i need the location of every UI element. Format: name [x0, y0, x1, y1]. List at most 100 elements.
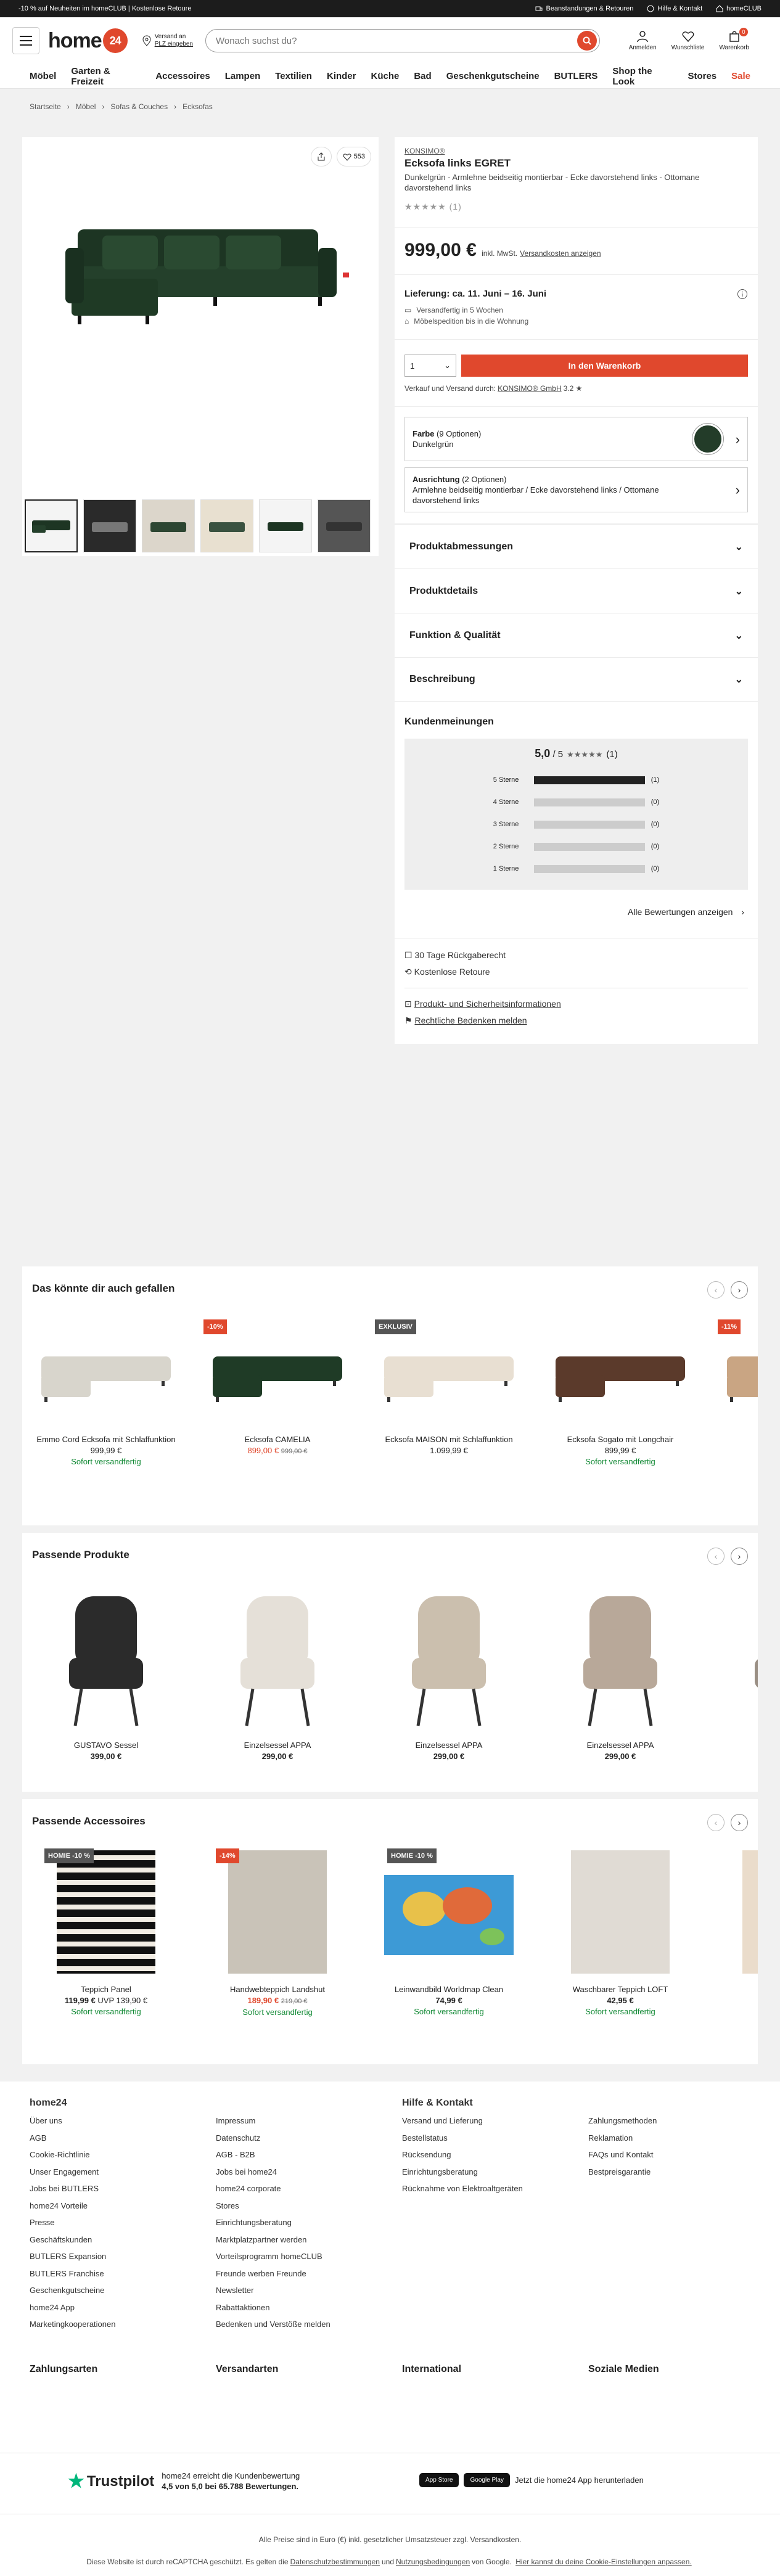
product-card[interactable]: Waschbarer Teppich LOFT 42,95 € Sofort ver…	[546, 1848, 694, 2018]
product-card[interactable]: Einzelsessel APPA 299,00 €	[546, 1581, 694, 1762]
search-button[interactable]	[577, 31, 597, 51]
rating-row[interactable]: 1 Sterne (0)	[404, 858, 748, 880]
nav-item-moebel[interactable]: Möbel	[30, 71, 56, 81]
app-store-badge[interactable]: App Store	[419, 2473, 459, 2487]
rating-row[interactable]: 4 Sterne (0)	[404, 791, 748, 813]
rating-row[interactable]: 2 Sterne (0)	[404, 835, 748, 858]
footer-link[interactable]: AGB - B2B	[216, 2146, 402, 2164]
prev-button[interactable]: ‹	[707, 1281, 725, 1298]
footer-link[interactable]: BUTLERS Expansion	[30, 2248, 216, 2265]
footer-link[interactable]: home24 Vorteile	[30, 2197, 216, 2215]
product-card[interactable]: HOMIE -10 % Teppich Panel 119,99 € UVP 139…	[32, 1848, 180, 2018]
footer-link[interactable]: BUTLERS Franchise	[30, 2265, 216, 2283]
footer-link[interactable]: Jobs bei home24	[216, 2164, 402, 2181]
product-card[interactable]: KurzflSo	[718, 1848, 758, 2018]
next-button[interactable]: ›	[731, 1548, 748, 1565]
nav-item-kinder[interactable]: Kinder	[327, 71, 356, 81]
accordion-dimensions[interactable]: Produktabmessungen ⌄	[395, 524, 758, 568]
nav-item-garten[interactable]: Garten & Freizeit	[71, 66, 141, 87]
terms-link[interactable]: Nutzungsbedingungen	[396, 2558, 470, 2566]
footer-link[interactable]: Stores	[216, 2197, 402, 2215]
shipping-heading[interactable]: Versandarten	[216, 2364, 402, 2375]
footer-link[interactable]: Über uns	[30, 2112, 216, 2130]
privacy-link[interactable]: Datenschutzbestimmungen	[290, 2558, 380, 2566]
seller-link[interactable]: KONSIMO® GmbH	[498, 384, 562, 393]
footer-link[interactable]: Vorteilsprogramm homeCLUB	[216, 2248, 402, 2265]
cookie-settings-link[interactable]: Hier kannst du deine Cookie-Einstellunge…	[515, 2558, 692, 2566]
footer-link[interactable]: Datenschutz	[216, 2130, 402, 2147]
footer-link[interactable]: Rabattaktionen	[216, 2299, 402, 2316]
promo-text[interactable]: -10 % auf Neuheiten im homeCLUB | Kosten…	[18, 5, 191, 12]
product-image[interactable]	[53, 211, 349, 334]
prev-button[interactable]: ‹	[707, 1814, 725, 1831]
footer-link[interactable]: Impressum	[216, 2112, 402, 2130]
footer-link[interactable]: Unser Engagement	[30, 2164, 216, 2181]
thumbnail[interactable]	[83, 499, 136, 552]
nav-item-shop-the-look[interactable]: Shop the Look	[612, 66, 673, 87]
thumbnail[interactable]	[142, 499, 195, 552]
thumbnail[interactable]	[318, 499, 371, 552]
footer-link[interactable]: Cookie-Richtlinie	[30, 2146, 216, 2164]
all-reviews-link[interactable]: Alle Bewertungen anzeigen ›	[404, 890, 748, 923]
breadcrumb-item[interactable]: Ecksofas	[183, 102, 213, 111]
footer-link[interactable]: AGB	[30, 2130, 216, 2147]
help-link[interactable]: Hilfe & Kontakt	[647, 5, 702, 12]
menu-button[interactable]	[12, 27, 39, 54]
quantity-select[interactable]: 1 ⌄	[404, 355, 456, 377]
product-card[interactable]: Emmo Cord Ecksofa mit Schlaffunktion 999,…	[32, 1319, 180, 1467]
footer-link[interactable]: home24 corporate	[216, 2180, 402, 2197]
product-card[interactable]: Ohrenses	[718, 1581, 758, 1762]
social-heading[interactable]: Soziale Medien	[588, 2364, 774, 2375]
search-input[interactable]	[215, 35, 577, 46]
footer-link[interactable]: Jobs bei BUTLERS	[30, 2180, 216, 2197]
footer-link[interactable]: Bestpreisgarantie	[588, 2164, 774, 2181]
plz-selector[interactable]: Versand an PLZ eingeben	[142, 33, 193, 48]
footer-link[interactable]: Rücksendung	[402, 2146, 588, 2164]
accordion-quality[interactable]: Funktion & Qualität ⌄	[395, 613, 758, 657]
wishlist-toggle[interactable]: 553	[336, 147, 371, 166]
add-to-cart-button[interactable]: In den Warenkorb	[461, 355, 748, 377]
nav-item-gutscheine[interactable]: Geschenkgutscheine	[446, 71, 540, 81]
accordion-description[interactable]: Beschreibung ⌄	[395, 657, 758, 702]
prev-button[interactable]: ‹	[707, 1548, 725, 1565]
product-card[interactable]: -14% Handwebteppich Landshut 189,90 € 219,…	[203, 1848, 351, 2018]
footer-link[interactable]: Geschäftskunden	[30, 2231, 216, 2249]
product-card[interactable]: -11% E79	[718, 1319, 758, 1467]
footer-link[interactable]: Newsletter	[216, 2282, 402, 2299]
returns-link[interactable]: Beanstandungen & Retouren	[535, 5, 633, 12]
payment-heading[interactable]: Zahlungsarten	[30, 2364, 216, 2375]
footer-link[interactable]: Zahlungsmethoden	[588, 2112, 774, 2130]
product-card[interactable]: HOMIE -10 % Leinwandbild Worldmap Clean 74…	[375, 1848, 523, 2018]
product-card[interactable]: -10% Ecksofa CAMELIA 899,00 € 999,00 €	[203, 1319, 351, 1467]
product-card[interactable]: EXKLUSIV Ecksofa MAISON mit Schlaffunktio…	[375, 1319, 523, 1467]
nav-item-kueche[interactable]: Küche	[371, 71, 400, 81]
breadcrumb-item[interactable]: Startseite	[30, 102, 61, 111]
footer-link[interactable]: Geschenkgutscheine	[30, 2282, 216, 2299]
trustpilot-logo[interactable]: ★ Trustpilot	[68, 2472, 154, 2490]
product-card[interactable]: Ecksofa Sogato mit Longchair 899,99 € Sofo…	[546, 1319, 694, 1467]
brand-link[interactable]: KONSIMO®	[404, 147, 748, 155]
international-heading[interactable]: International	[402, 2364, 588, 2375]
product-card[interactable]: GUSTAVO Sessel 399,00 €	[32, 1581, 180, 1762]
nav-item-stores[interactable]: Stores	[688, 71, 716, 81]
footer-link[interactable]: Reklamation	[588, 2130, 774, 2147]
next-button[interactable]: ›	[731, 1281, 748, 1298]
accordion-details[interactable]: Produktdetails ⌄	[395, 568, 758, 613]
footer-link[interactable]: Einrichtungsberatung	[216, 2214, 402, 2231]
rating-stars[interactable]: ★★★★★ (1)	[404, 202, 748, 212]
next-button[interactable]: ›	[731, 1814, 748, 1831]
product-card[interactable]: Einzelsessel APPA 299,00 €	[203, 1581, 351, 1762]
footer-link[interactable]: home24 App	[30, 2299, 216, 2316]
orientation-option[interactable]: Ausrichtung (2 Optionen) Armlehne beidsei…	[404, 467, 748, 512]
homeclub-link[interactable]: homeCLUB	[716, 5, 762, 12]
nav-item-accessoires[interactable]: Accessoires	[155, 71, 210, 81]
footer-link[interactable]: Bestellstatus	[402, 2130, 588, 2147]
footer-link[interactable]: Marktplatzpartner werden	[216, 2231, 402, 2249]
color-option[interactable]: Farbe (9 Optionen) Dunkelgrün ›	[404, 417, 748, 461]
footer-link[interactable]: Versand und Lieferung	[402, 2112, 588, 2130]
info-icon[interactable]	[737, 289, 748, 300]
footer-link[interactable]: FAQs und Kontakt	[588, 2146, 774, 2164]
wishlist-button[interactable]: Wunschliste	[671, 30, 704, 51]
footer-link[interactable]: Presse	[30, 2214, 216, 2231]
footer-link[interactable]: Freunde werben Freunde	[216, 2265, 402, 2283]
